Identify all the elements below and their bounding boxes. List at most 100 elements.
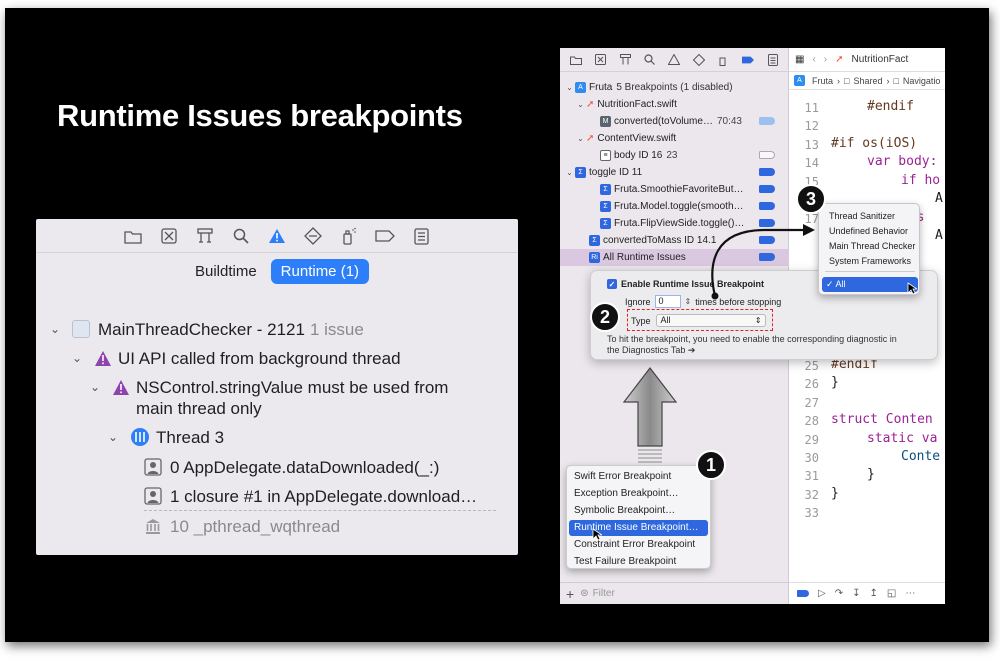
breakpoint-icon[interactable] xyxy=(374,225,396,247)
symbol-icon: Σ xyxy=(575,167,586,178)
thread-row[interactable]: ⌄ Thread 3 xyxy=(108,427,224,448)
test-diamond-icon[interactable] xyxy=(693,53,705,66)
symbol-icon: Σ xyxy=(600,184,611,195)
up-arrow-annotation xyxy=(622,367,678,463)
breakpoint-toggle[interactable] xyxy=(759,168,775,176)
line-number: 29 xyxy=(804,433,819,447)
stack-frame-row[interactable]: 1 closure #1 in AppDelegate.download… xyxy=(144,486,477,507)
issue-scope-segmented-control: Buildtime Runtime (1) xyxy=(36,259,518,284)
chevron-down-icon[interactable]: ⌄ xyxy=(575,134,586,143)
line-number: 27 xyxy=(804,396,819,410)
chevron-down-icon[interactable]: ⌄ xyxy=(90,377,106,398)
code-line: static va xyxy=(867,431,938,446)
menu-item-system-frameworks[interactable]: System Frameworks xyxy=(829,254,911,268)
step-in-icon[interactable]: ↧ xyxy=(852,588,860,599)
issue-warning-icon[interactable] xyxy=(266,225,288,247)
code-line: Conte xyxy=(901,449,941,464)
symbol-icon: Σ xyxy=(600,218,611,229)
memory-graph-icon[interactable]: ⋯ xyxy=(905,588,915,599)
tab-runtime[interactable]: Runtime (1) xyxy=(270,259,370,284)
editor-tab[interactable]: NutritionFact xyxy=(852,54,909,65)
source-control-icon[interactable] xyxy=(595,54,607,66)
file-row[interactable]: ⌄ ➚ ContentView.swift xyxy=(560,130,789,147)
view-debugger-icon[interactable]: ◱ xyxy=(887,588,896,599)
forward-arrow-icon[interactable]: › xyxy=(824,54,827,65)
debug-spray-icon[interactable] xyxy=(718,54,730,66)
jump-bar-item[interactable]: Navigatio xyxy=(903,76,941,86)
jump-bar-item[interactable]: Shared xyxy=(853,76,882,86)
report-icon[interactable] xyxy=(767,53,779,66)
search-icon[interactable] xyxy=(644,54,656,66)
test-diamond-icon[interactable] xyxy=(302,225,324,247)
step-over-icon[interactable]: ↷ xyxy=(835,588,843,599)
tab-buildtime[interactable]: Buildtime xyxy=(185,259,267,284)
folder-icon[interactable] xyxy=(122,225,144,247)
back-arrow-icon[interactable]: ‹ xyxy=(812,54,815,65)
file-name: ContentView.swift xyxy=(597,133,677,144)
menu-item-all[interactable]: ✓ All xyxy=(822,277,918,292)
runtime-warning-icon xyxy=(95,351,111,366)
breakpoint-toggle[interactable] xyxy=(759,202,775,210)
code-line: var body: xyxy=(867,154,938,169)
frame-separator xyxy=(144,510,496,511)
folder-icon[interactable] xyxy=(570,54,583,66)
navigator-filter-bar: + ⊜ Filter xyxy=(560,582,789,604)
hierarchy-icon[interactable] xyxy=(194,225,216,247)
menu-item-test-failure-breakpoint[interactable]: Test Failure Breakpoint xyxy=(569,554,708,570)
symbol-icon: Σ xyxy=(600,201,611,212)
ignore-label: Ignore xyxy=(625,296,651,307)
stack-frame-label: 10 _pthread_wqthread xyxy=(170,517,341,536)
filter-input[interactable]: Filter xyxy=(593,588,615,599)
report-icon[interactable] xyxy=(410,225,432,247)
swift-file-icon: ➚ xyxy=(586,133,595,144)
breakpoint-toggle[interactable] xyxy=(759,185,775,193)
menu-item-constraint-error-breakpoint[interactable]: Constraint Error Breakpoint xyxy=(569,537,708,553)
breakpoints-active-icon[interactable] xyxy=(797,590,809,597)
source-control-icon[interactable] xyxy=(158,225,180,247)
stack-frame-row[interactable]: 0 AppDelegate.dataDownloaded(_:) xyxy=(144,457,439,478)
chevron-down-icon[interactable]: ⌄ xyxy=(564,83,575,92)
breakpoint-row[interactable]: Σ Fruta.SmoothieFavoriteBut… xyxy=(560,181,789,198)
breakpoint-toggle[interactable] xyxy=(759,151,775,159)
hierarchy-icon[interactable] xyxy=(619,54,631,66)
chevron-down-icon[interactable]: ⌄ xyxy=(564,168,575,177)
menu-item-swift-error-breakpoint[interactable]: Swift Error Breakpoint xyxy=(569,469,708,485)
menu-item-thread-sanitizer[interactable]: Thread Sanitizer xyxy=(829,209,895,223)
chevron-down-icon[interactable]: ⌄ xyxy=(575,100,586,109)
jump-bar-item[interactable]: Fruta xyxy=(812,76,833,86)
search-icon[interactable] xyxy=(230,225,252,247)
step-out-icon[interactable]: ↥ xyxy=(869,588,877,599)
grid-icon[interactable]: ▦ xyxy=(795,54,804,65)
issue-group-row[interactable]: ⌄ MainThreadChecker - 2121 1 issue xyxy=(50,319,364,340)
editor-tab-bar: ▦ ‹ › ➚ NutritionFact xyxy=(789,48,945,72)
breakpoint-row[interactable]: M converted(toVolume… 70:43 xyxy=(560,113,789,130)
symbolic-breakpoint-row[interactable]: ⌄ Σ toggle ID 11 xyxy=(560,164,789,181)
debug-spray-icon[interactable] xyxy=(338,225,360,247)
mouse-cursor-icon xyxy=(907,282,917,295)
thread-label: Thread 3 xyxy=(156,428,225,447)
stepper-icon[interactable]: ⇕ xyxy=(685,297,692,306)
code-line: #if os(iOS) xyxy=(831,136,918,151)
menu-item-symbolic-breakpoint[interactable]: Symbolic Breakpoint… xyxy=(569,503,708,519)
breakpoint-row[interactable]: ≡ body ID 16 23 xyxy=(560,147,789,164)
breakpoint-row[interactable]: Σ Fruta.Model.toggle(smooth… xyxy=(560,198,789,215)
menu-item-undefined-behavior[interactable]: Undefined Behavior xyxy=(829,224,908,238)
diagnostics-help-text[interactable]: To hit the breakpoint, you need to enabl… xyxy=(607,334,907,356)
breakpoint-icon[interactable] xyxy=(742,54,755,66)
issue-detail-row[interactable]: ⌄ NSControl.stringValue must be used fro… xyxy=(90,377,510,419)
chevron-down-icon[interactable]: ⌄ xyxy=(108,427,124,448)
add-breakpoint-button[interactable]: + xyxy=(566,586,574,602)
file-row[interactable]: ⌄ ➚ NutritionFact.swift xyxy=(560,96,789,113)
project-breakpoints-row[interactable]: ⌄ A Fruta 5 Breakpoints (1 disabled) xyxy=(560,79,789,96)
menu-item-main-thread-checker[interactable]: Main Thread Checker xyxy=(829,239,915,253)
chevron-down-icon[interactable]: ⌄ xyxy=(50,319,66,340)
breakpoint-toggle[interactable] xyxy=(759,117,775,125)
continue-icon[interactable]: ▷ xyxy=(818,588,826,599)
menu-item-exception-breakpoint[interactable]: Exception Breakpoint… xyxy=(569,486,708,502)
menu-item-runtime-issue-breakpoint[interactable]: Runtime Issue Breakpoint… xyxy=(569,520,708,536)
stack-frame-row[interactable]: 10 _pthread_wqthread xyxy=(144,516,340,537)
issue-warning-icon[interactable] xyxy=(668,54,681,66)
issue-row[interactable]: ⌄ UI API called from background thread xyxy=(72,348,401,369)
chevron-down-icon[interactable]: ⌄ xyxy=(72,348,88,369)
ignore-count-field[interactable]: 0 xyxy=(654,295,681,308)
